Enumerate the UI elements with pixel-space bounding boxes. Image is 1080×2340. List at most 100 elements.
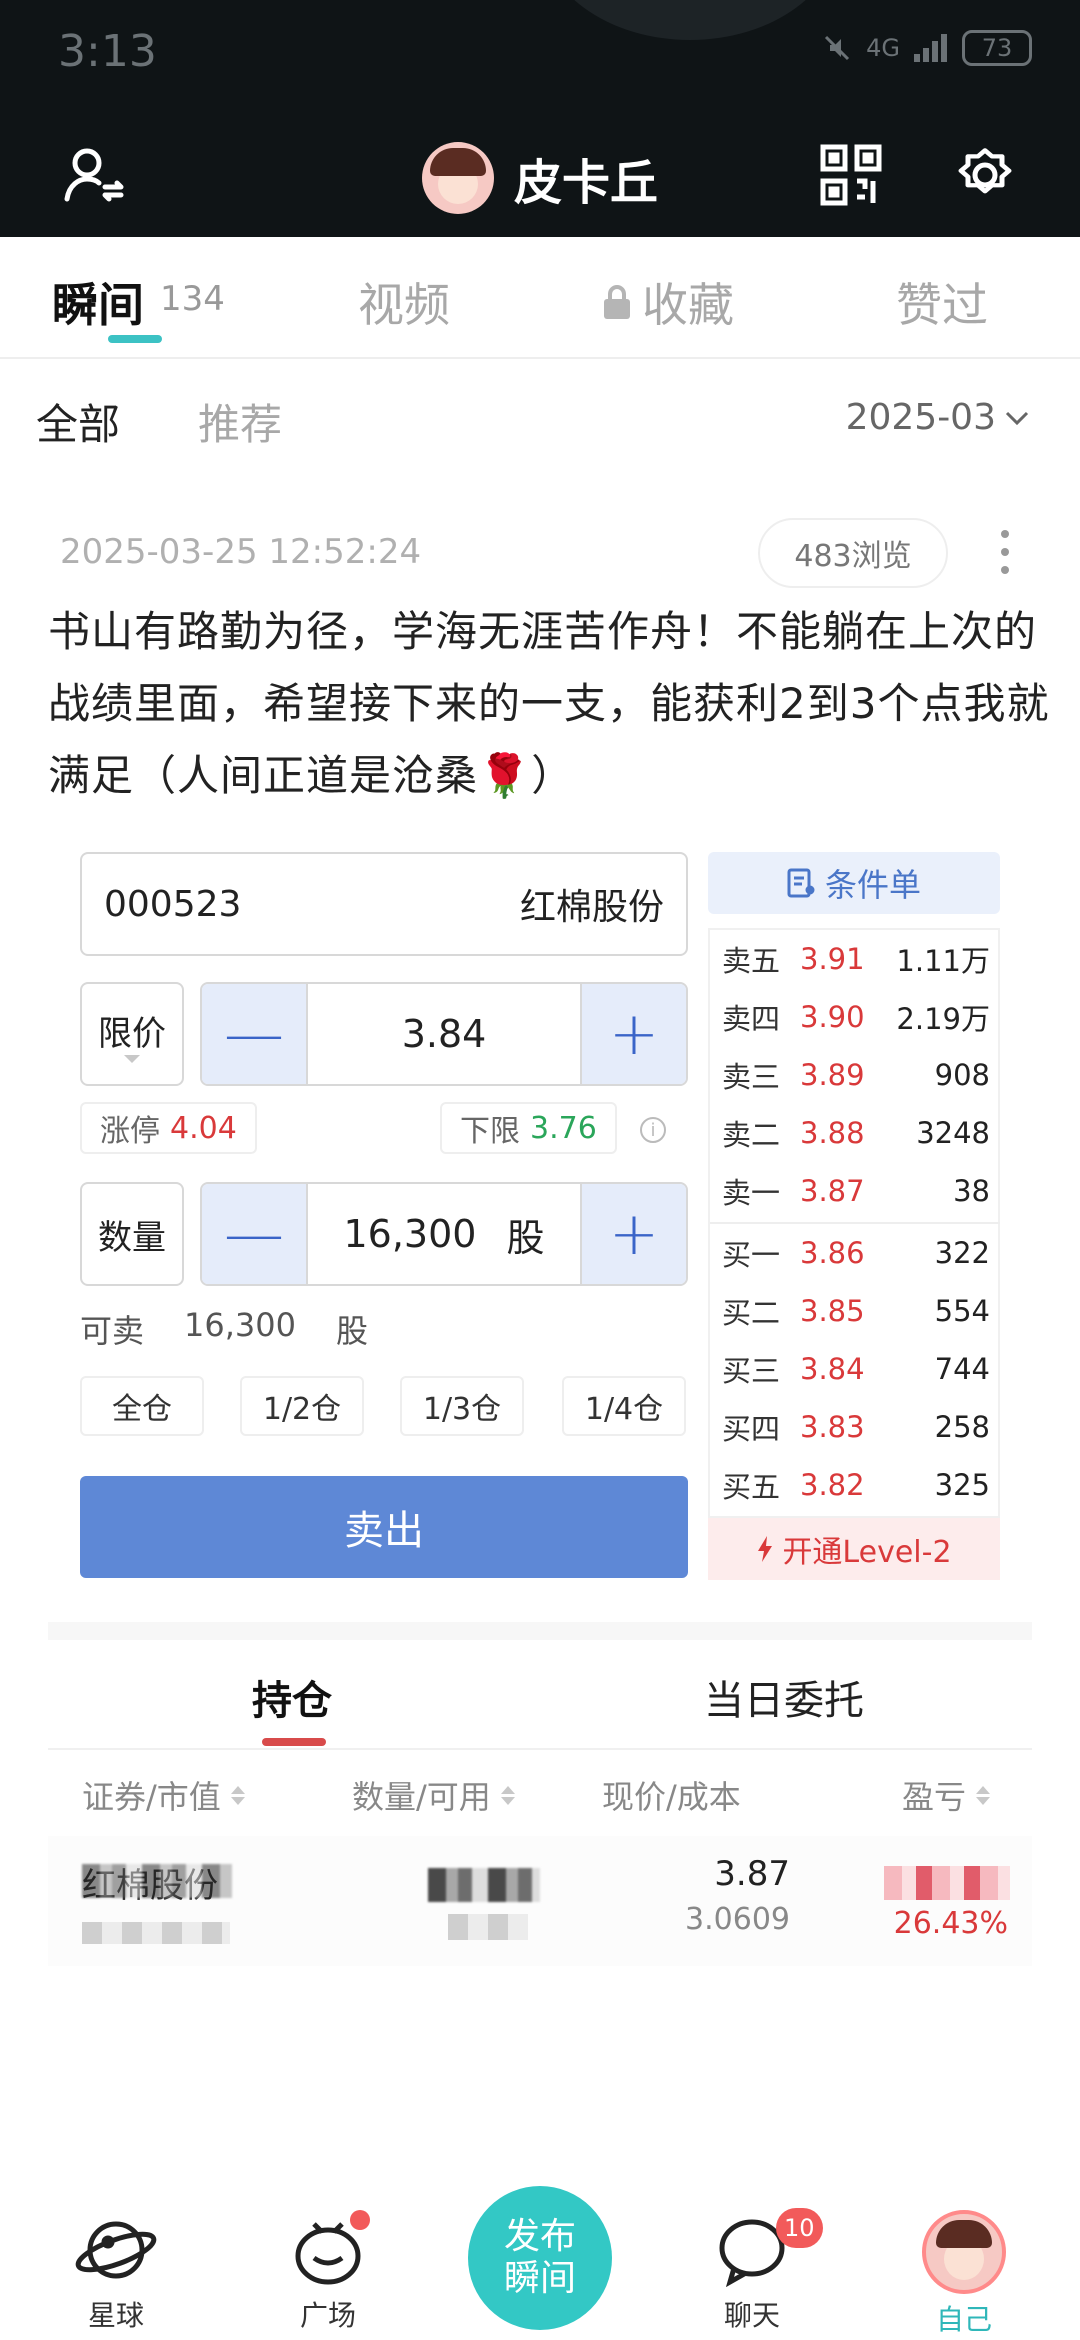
redacted-pnl-amount [884, 1866, 1010, 1900]
settings-gear-icon[interactable] [950, 140, 1020, 210]
nav-me[interactable]: 自己 [894, 2210, 1034, 2338]
battery-indicator: 73 [962, 30, 1032, 66]
stock-name: 红棉股份 [519, 887, 664, 928]
level2-label: 开通Level-2 [782, 1535, 952, 1570]
bid-row: 买二 3.85 554 [710, 1282, 1000, 1340]
avatar[interactable] [422, 142, 494, 214]
profile-header[interactable]: 皮卡丘 [422, 142, 658, 214]
bid-label: 买五 [722, 1470, 781, 1504]
position-full-button[interactable]: 全仓 [80, 1376, 204, 1436]
column-quantity[interactable]: 数量/可用 [352, 1772, 515, 1818]
publish-label-line1: 发布 [503, 2216, 576, 2257]
sort-icon [976, 1785, 991, 1805]
holdings-tabs: 持仓 当日委托 [48, 1640, 1032, 1750]
redacted-market-value [82, 1922, 230, 1944]
mute-icon [825, 35, 850, 61]
battery-level: 73 [981, 34, 1013, 62]
quantity-increase-button[interactable]: + [582, 1184, 686, 1284]
nav-square[interactable]: 广场 [258, 2210, 398, 2334]
price-input[interactable]: 3.84 [306, 984, 582, 1084]
lightning-icon [758, 1536, 773, 1562]
network-label: 4G [866, 34, 900, 62]
tab-videos[interactable]: 视频 [358, 269, 450, 335]
ask-volume: 38 [953, 1174, 990, 1208]
redacted-name-overlay [82, 1864, 232, 1898]
nav-planet[interactable]: 星球 [46, 2210, 186, 2334]
position-half-button[interactable]: 1/2仓 [240, 1376, 364, 1436]
ask-price: 3.90 [800, 1000, 865, 1034]
feed-filters: 全部 推荐 2025-03 [0, 359, 1080, 469]
quantity-stepper: — 16,300 股 + [200, 1182, 688, 1286]
tab-videos-label: 视频 [358, 278, 450, 332]
qr-code-icon[interactable] [816, 140, 886, 210]
condition-order-button[interactable]: 条件单 [708, 852, 1000, 914]
publish-moment-button[interactable]: 发布 瞬间 [468, 2186, 612, 2330]
ask-volume: 1.11万 [896, 944, 990, 978]
filter-recommend[interactable]: 推荐 [198, 391, 282, 452]
post-text: 书山有路勤为径，学海无涯苦作舟！不能躺在上次的战绩里面，希望接下来的一支，能获利… [48, 607, 1050, 800]
column-price-label: 现价/成本 [602, 1778, 741, 1816]
lock-icon [604, 285, 630, 319]
tab-liked[interactable]: 赞过 [896, 269, 988, 335]
sell-button[interactable]: 卖出 [80, 1476, 688, 1578]
price-stepper: — 3.84 + [200, 982, 688, 1086]
bid-label: 买三 [722, 1354, 781, 1388]
limit-down-badge: 下限 3.76 [440, 1102, 617, 1154]
stock-selector[interactable]: 000523 红棉股份 [80, 852, 688, 956]
price-decrease-button[interactable]: — [202, 984, 306, 1084]
ask-label: 卖三 [722, 1060, 781, 1094]
publish-label-line2: 瞬间 [503, 2258, 576, 2299]
price-type-select[interactable]: 限价 [80, 982, 184, 1086]
bid-row: 买四 3.83 258 [710, 1398, 1000, 1456]
quantity-decrease-button[interactable]: — [202, 1184, 306, 1284]
available-unit: 股 [335, 1312, 368, 1350]
column-security[interactable]: 证券/市值 [82, 1772, 245, 1818]
available-label: 可卖 [80, 1312, 145, 1350]
post-timestamp: 2025-03-25 12:52:24 [60, 532, 422, 572]
bid-label: 买四 [722, 1412, 781, 1446]
ask-price: 3.88 [800, 1116, 865, 1150]
position-third-button[interactable]: 1/3仓 [400, 1376, 524, 1436]
ask-price: 3.91 [800, 942, 865, 976]
tab-today-orders[interactable]: 当日委托 [704, 1668, 864, 1726]
holding-pnl-percent: 26.43% [893, 1906, 1008, 1941]
ask-row: 卖五 3.91 1.11万 [710, 930, 1000, 988]
quantity-input[interactable]: 16,300 股 [306, 1184, 582, 1284]
ask-volume: 2.19万 [896, 1002, 990, 1036]
active-tab-indicator [108, 335, 162, 343]
planet-icon [75, 2221, 157, 2279]
quantity-value: 16,300 [343, 1212, 477, 1256]
nav-chat-label: 聊天 [723, 2299, 780, 2332]
ask-row: 卖三 3.89 908 [710, 1046, 1000, 1104]
position-quarter-button[interactable]: 1/4仓 [562, 1376, 686, 1436]
limit-down-label: 下限 [460, 1114, 520, 1149]
filter-all[interactable]: 全部 [36, 391, 120, 452]
ask-label: 卖五 [722, 944, 781, 978]
sort-icon [500, 1785, 515, 1805]
more-options-icon[interactable] [998, 530, 1012, 574]
tab-moments[interactable]: 瞬间 [52, 269, 144, 335]
section-separator [48, 1622, 1032, 1640]
price-increase-button[interactable]: + [582, 984, 686, 1084]
redacted-quantity [428, 1868, 540, 1902]
bid-volume: 258 [934, 1410, 990, 1444]
tab-liked-label: 赞过 [896, 278, 988, 332]
holding-cost: 3.0609 [685, 1902, 790, 1937]
quantity-label: 数量 [98, 1217, 166, 1258]
info-icon[interactable]: i [640, 1117, 666, 1143]
condition-order-label: 条件单 [824, 866, 921, 904]
date-filter-label: 2025-03 [845, 397, 996, 438]
bid-price: 3.83 [800, 1410, 865, 1444]
date-filter[interactable]: 2025-03 [846, 397, 1030, 438]
bid-volume: 325 [934, 1468, 990, 1502]
column-security-label: 证券/市值 [82, 1778, 221, 1816]
tab-favorites[interactable]: 收藏 [602, 269, 734, 335]
table-row[interactable]: 红棉股份 3.87 3.0609 26.43% [48, 1836, 1032, 1966]
chevron-down-icon [1005, 411, 1029, 425]
open-level2-button[interactable]: 开通Level-2 [708, 1518, 1000, 1580]
notification-dot [350, 2210, 370, 2230]
friend-manage-icon[interactable] [58, 140, 128, 210]
tab-positions[interactable]: 持仓 [252, 1668, 332, 1726]
ask-label: 卖一 [722, 1176, 781, 1210]
column-pnl[interactable]: 盈亏 [902, 1772, 991, 1818]
